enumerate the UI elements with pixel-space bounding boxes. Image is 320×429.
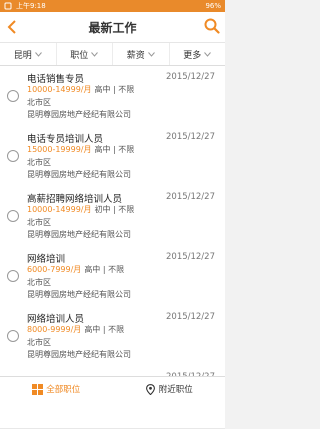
job-date: 2015/12/27	[166, 312, 215, 322]
page-title: 最新工作	[88, 21, 137, 35]
job-company: 昆明尊园房地产经纪有限公司	[27, 230, 131, 239]
filter-position-label: 职位	[70, 50, 89, 61]
job-salary: 6000-7999/月	[27, 265, 82, 274]
job-area: 北市区	[27, 338, 51, 347]
job-requirements: 高中 | 不限	[84, 325, 125, 334]
battery-level: 96%	[205, 2, 221, 10]
filter-city-label: 昆明	[13, 50, 32, 61]
job-area: 北市区	[27, 158, 51, 167]
job-meta: 8000-9999/月 高中 | 不限	[27, 324, 124, 335]
job-date: 2015/12/27	[166, 132, 215, 142]
job-salary: 15000-19999/月	[27, 145, 92, 154]
job-salary: 8000-9999/月	[27, 325, 82, 334]
job-select-radio[interactable]	[7, 270, 19, 282]
job-date: 2015/12/27	[166, 72, 215, 82]
job-select-radio[interactable]	[7, 150, 19, 162]
filter-bar: 昆明 职位 薪资 更多	[0, 43, 225, 66]
job-select-radio[interactable]	[7, 210, 19, 222]
job-meta: 10000-14999/月 初中 | 不限	[27, 204, 134, 215]
job-title: 电话销售专员	[27, 74, 85, 85]
filter-position[interactable]: 职位	[57, 43, 113, 65]
job-requirements: 高中 | 不限	[84, 265, 125, 274]
job-requirements: 初中 | 不限	[94, 205, 135, 214]
chevron-down-icon	[91, 51, 99, 57]
job-area: 北市区	[27, 218, 51, 227]
job-list-item[interactable]: 网络培训人员 2015/12/27 8000-9999/月 高中 | 不限 北市区…	[0, 306, 225, 369]
job-title: 电话专员培训人员	[27, 134, 104, 145]
status-bar: 上午9:18 96%	[0, 0, 225, 12]
search-icon[interactable]	[204, 18, 220, 34]
job-title: 网络培训	[27, 254, 66, 265]
filter-more[interactable]: 更多	[170, 43, 226, 65]
filter-city[interactable]: 昆明	[0, 43, 57, 65]
tab-all-jobs-label: 全部职位	[46, 385, 81, 395]
job-requirements: 高中 | 不限	[94, 145, 135, 154]
job-list-item[interactable]: 电话专员培训人员 2015/12/27 15000-19999/月 高中 | 不限…	[0, 126, 225, 189]
job-company: 昆明尊园房地产经纪有限公司	[27, 110, 131, 119]
job-salary: 10000-14999/月	[27, 205, 92, 214]
filter-more-label: 更多	[183, 50, 202, 61]
job-date: 2015/12/27	[166, 192, 215, 202]
job-meta: 6000-7999/月 高中 | 不限	[27, 264, 124, 275]
job-list-item[interactable]: 网络培训 2015/12/27 6000-7999/月 高中 | 不限 北市区 昆…	[0, 246, 225, 309]
tab-nearby-jobs-label: 附近职位	[158, 385, 193, 395]
app-header: 最新工作	[0, 12, 225, 43]
job-company: 昆明尊园房地产经纪有限公司	[27, 290, 131, 299]
job-salary: 10000-14999/月	[27, 85, 92, 94]
job-company: 昆明尊园房地产经纪有限公司	[27, 350, 131, 359]
job-area: 北市区	[27, 98, 51, 107]
job-company: 昆明尊园房地产经纪有限公司	[27, 170, 131, 179]
chevron-down-icon	[34, 51, 42, 57]
tab-all-jobs[interactable]: 全部职位	[0, 377, 113, 401]
chevron-down-icon	[147, 51, 155, 57]
job-date: 2015/12/27	[166, 252, 215, 262]
job-select-radio[interactable]	[7, 330, 19, 342]
notification-icon	[4, 2, 12, 10]
job-meta: 15000-19999/月 高中 | 不限	[27, 144, 134, 155]
job-list-item[interactable]: 高薪招聘网络培训人员 2015/12/27 10000-14999/月 初中 | …	[0, 186, 225, 249]
bottom-tab-bar: 全部职位 附近职位	[0, 376, 225, 401]
job-meta: 10000-14999/月 高中 | 不限	[27, 84, 134, 95]
job-title: 高薪招聘网络培训人员	[27, 194, 123, 205]
grid-icon	[32, 383, 44, 395]
chevron-down-icon	[204, 51, 212, 57]
job-select-radio[interactable]	[7, 90, 19, 102]
filter-salary[interactable]: 薪资	[113, 43, 170, 65]
filter-salary-label: 薪资	[126, 50, 145, 61]
job-requirements: 高中 | 不限	[94, 85, 135, 94]
tab-nearby-jobs[interactable]: 附近职位	[113, 377, 226, 401]
job-list-item[interactable]: 电话销售专员 2015/12/27 10000-14999/月 高中 | 不限 北…	[0, 66, 225, 129]
job-title: 网络培训人员	[27, 314, 85, 325]
location-pin-icon	[145, 383, 155, 395]
job-area: 北市区	[27, 278, 51, 287]
status-time: 上午9:18	[16, 2, 46, 10]
